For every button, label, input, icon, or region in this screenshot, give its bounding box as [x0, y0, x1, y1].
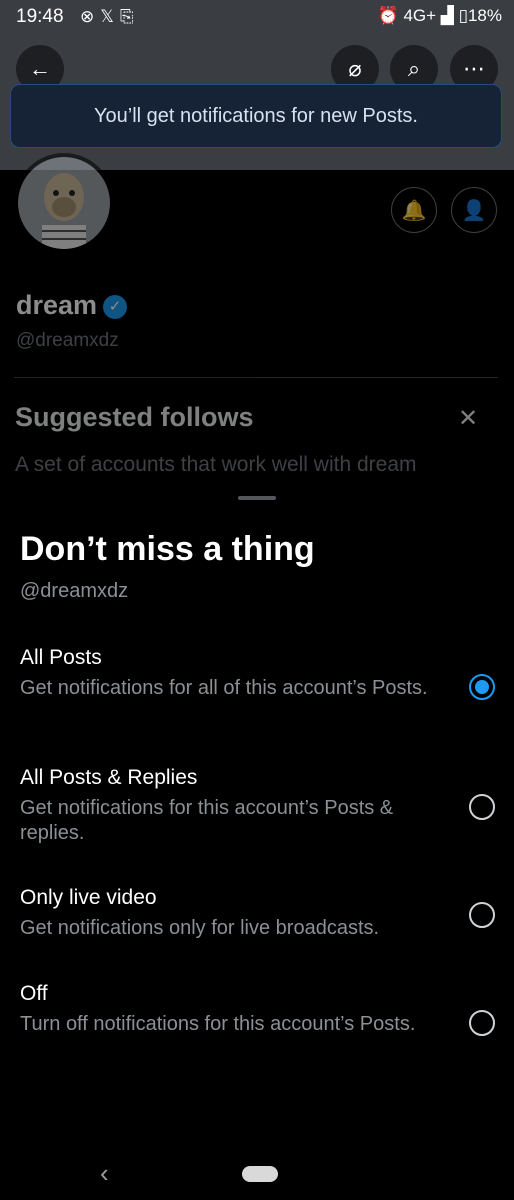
divider: [14, 377, 498, 378]
system-nav-bar: ‹: [0, 1140, 514, 1200]
option-label: All Posts & Replies: [20, 766, 198, 789]
option-label: Off: [20, 982, 48, 1005]
x-logo-icon: 𝕏: [100, 7, 120, 26]
grok-icon: ⌀: [348, 56, 362, 81]
option-all-posts-replies[interactable]: All Posts & Replies Get notifications fo…: [0, 766, 514, 856]
option-label: All Posts: [20, 646, 102, 669]
radio-button[interactable]: [469, 794, 495, 820]
status-bar: 19:48 ⊗𝕏⎘ ⏰ 4G+ ▟ ▯18%: [0, 0, 514, 34]
alarm-icon: ⏰: [377, 6, 399, 25]
suggested-follows-title: Suggested follows: [15, 402, 254, 432]
option-label: Only live video: [20, 886, 157, 909]
sheet-grab-handle[interactable]: [238, 496, 276, 500]
battery-level: 18%: [467, 6, 502, 25]
verified-badge-icon: ✓: [103, 295, 128, 319]
option-only-live-video[interactable]: Only live video Get notifications only f…: [0, 886, 514, 976]
status-time: 19:48: [16, 6, 64, 27]
option-description: Get notifications for all of this accoun…: [20, 677, 428, 699]
profile-name: dream ✓: [16, 290, 128, 321]
notification-icons: ⊗𝕏⎘: [80, 7, 140, 27]
nav-home-pill[interactable]: [242, 1166, 278, 1182]
notification-settings-sheet: Don’t miss a thing @dreamxdz All Posts G…: [0, 482, 514, 1200]
ape-avatar-icon: [18, 157, 110, 249]
game-controller-icon: ⊗: [80, 7, 101, 26]
nav-back-icon[interactable]: ‹: [100, 1158, 109, 1189]
following-button[interactable]: 👤: [451, 187, 497, 233]
close-icon[interactable]: ✕: [458, 404, 478, 433]
option-description: Get notifications for this account’s Pos…: [20, 797, 394, 844]
battery-icon: ▯: [458, 6, 468, 25]
option-all-posts[interactable]: All Posts Get notifications for all of t…: [0, 646, 514, 736]
notifications-bell-button[interactable]: 🔔: [391, 187, 437, 233]
avatar[interactable]: [14, 153, 114, 253]
person-check-icon: 👤: [461, 199, 487, 222]
avatar-image: [18, 157, 110, 249]
option-description: Turn off notifications for this account’…: [20, 1013, 416, 1035]
toast-message: You’ll get notifications for new Posts.: [94, 104, 418, 127]
status-right: ⏰ 4G+ ▟ ▯18%: [378, 6, 502, 26]
notification-toast: You’ll get notifications for new Posts.: [10, 84, 502, 148]
more-icon: ⋯: [463, 56, 485, 81]
radio-button[interactable]: [469, 902, 495, 928]
option-off[interactable]: Off Turn off notifications for this acco…: [0, 982, 514, 1072]
profile-handle: @dreamxdz: [16, 330, 119, 351]
option-description: Get notifications only for live broadcas…: [20, 917, 380, 939]
sheet-handle: @dreamxdz: [20, 580, 129, 602]
arrow-left-icon: ←: [29, 56, 51, 81]
radio-button[interactable]: [469, 1010, 495, 1036]
sheet-title: Don’t miss a thing: [20, 530, 315, 568]
radio-button-selected[interactable]: [469, 674, 495, 700]
signal-icon: ▟: [440, 6, 454, 25]
profile-name-text: dream: [16, 290, 98, 320]
network-type: 4G+: [403, 6, 437, 25]
clipboard-icon: ⎘: [119, 7, 140, 26]
bell-check-icon: 🔔: [401, 199, 427, 222]
suggested-follows-subtitle: A set of accounts that work well with dr…: [15, 453, 417, 476]
search-icon: ⌕: [407, 56, 421, 81]
